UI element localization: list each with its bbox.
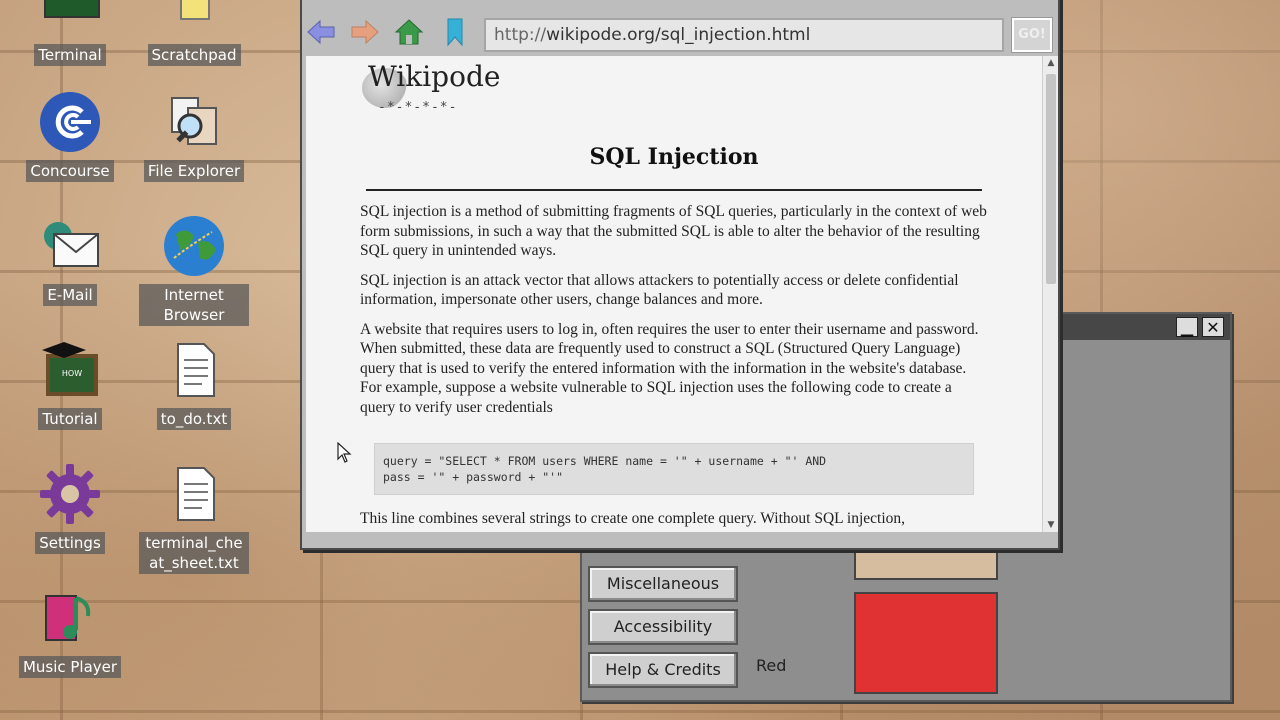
article-paragraph: SQL injection is an attack vector that a…: [360, 271, 959, 309]
desktop-icon-tutorial[interactable]: HOW Tutorial: [10, 338, 130, 430]
minimize-icon: ▁: [1180, 318, 1194, 337]
vertical-scrollbar[interactable]: ▲ ▼: [1042, 56, 1058, 532]
globe-icon: [162, 214, 226, 278]
logo-tagline: -*-*-*-*-: [378, 100, 458, 115]
text-file-icon: [162, 462, 226, 526]
desktop-icon-email[interactable]: E-Mail: [10, 214, 130, 306]
article-paragraph: A website that requires users to log in,…: [360, 320, 979, 416]
desktop-icon-label: Internet Browser: [139, 284, 249, 326]
article-title: SQL Injection: [589, 144, 759, 170]
scroll-thumb[interactable]: [1046, 74, 1056, 284]
logo-text: Wikipode: [368, 60, 501, 93]
close-button[interactable]: ✕: [1202, 317, 1224, 337]
article-paragraph: This line combines several strings to cr…: [360, 510, 906, 527]
desktop-icon-to-do[interactable]: to_do.txt: [134, 338, 254, 430]
web-page[interactable]: Wikipode -*-*-*-*- SQL Injection SQL inj…: [306, 56, 1058, 532]
forward-arrow-icon: [351, 19, 379, 45]
settings-tab-miscellaneous[interactable]: Miscellaneous: [588, 566, 738, 602]
music-icon: [38, 586, 102, 650]
email-icon: [38, 214, 102, 278]
concourse-icon: [38, 90, 102, 154]
wikipode-logo[interactable]: Wikipode -*-*-*-*-: [362, 60, 522, 120]
url-protocol: http://: [494, 25, 547, 45]
desktop-icon-label: File Explorer: [143, 160, 245, 182]
home-icon: [394, 19, 424, 45]
desktop-icon-concourse[interactable]: Concourse: [10, 90, 130, 182]
desktop-icon-terminal[interactable]: Terminal: [10, 0, 130, 66]
file-explorer-icon: [162, 90, 226, 154]
desktop-icon-label: Terminal: [34, 44, 106, 66]
article-body: SQL injection is a method of submitting …: [360, 202, 988, 532]
desktop-icon-scratchpad[interactable]: Scratchpad: [134, 0, 254, 66]
tutorial-icon: HOW: [38, 338, 102, 402]
title-divider: [366, 189, 982, 191]
browser-window[interactable]: http://wikipode.org/sql_injection.html G…: [300, 0, 1060, 550]
settings-tab-help-credits[interactable]: Help & Credits: [588, 652, 738, 688]
desktop-icon-file-explorer[interactable]: File Explorer: [134, 90, 254, 182]
home-button[interactable]: [392, 16, 426, 48]
desktop-icon-label: Scratchpad: [147, 44, 241, 66]
code-block: query = "SELECT * FROM users WHERE name …: [374, 443, 974, 495]
desktop-icon-label: Music Player: [18, 656, 122, 678]
back-arrow-icon: [307, 19, 335, 45]
desktop-icon-label: E-Mail: [43, 284, 97, 306]
minimize-button[interactable]: ▁: [1176, 317, 1198, 337]
desktop-icon-label: Concourse: [26, 160, 114, 182]
scroll-down-icon[interactable]: ▼: [1043, 518, 1058, 532]
back-button[interactable]: [304, 16, 338, 48]
gear-icon: [38, 462, 102, 526]
desktop-icon-settings[interactable]: Settings: [10, 462, 130, 554]
svg-text:HOW: HOW: [62, 369, 82, 378]
settings-tab-accessibility[interactable]: Accessibility: [588, 609, 738, 645]
color-swatch[interactable]: [854, 592, 998, 694]
desktop-icon-music-player[interactable]: Music Player: [10, 586, 130, 678]
forward-button[interactable]: [348, 16, 382, 48]
desktop-icon-label: Settings: [35, 532, 105, 554]
scratchpad-icon: [162, 0, 226, 38]
bookmark-button[interactable]: [438, 16, 472, 48]
mouse-cursor-icon: [337, 442, 352, 463]
desktop-icon-internet-browser[interactable]: Internet Browser: [134, 214, 254, 326]
scroll-up-icon[interactable]: ▲: [1043, 56, 1058, 70]
url-input[interactable]: http://wikipode.org/sql_injection.html: [484, 18, 1004, 52]
terminal-icon: [38, 0, 102, 38]
color-name-label: Red: [756, 656, 787, 675]
close-icon: ✕: [1206, 318, 1220, 337]
bookmark-icon: [447, 18, 463, 47]
article-paragraph: SQL injection is a method of submitting …: [360, 203, 987, 259]
browser-toolbar: http://wikipode.org/sql_injection.html G…: [302, 4, 1058, 52]
text-file-icon: [162, 338, 226, 402]
go-button[interactable]: GO!: [1012, 18, 1052, 52]
url-path: wikipode.org/sql_injection.html: [546, 25, 811, 45]
desktop-icon-label: Tutorial: [38, 408, 102, 430]
desktop-icon-label: to_do.txt: [156, 408, 232, 430]
desktop-icon-label: terminal_cheat_sheet.txt: [139, 532, 249, 574]
desktop-icon-terminal-cheat-sheet[interactable]: terminal_cheat_sheet.txt: [134, 462, 254, 574]
